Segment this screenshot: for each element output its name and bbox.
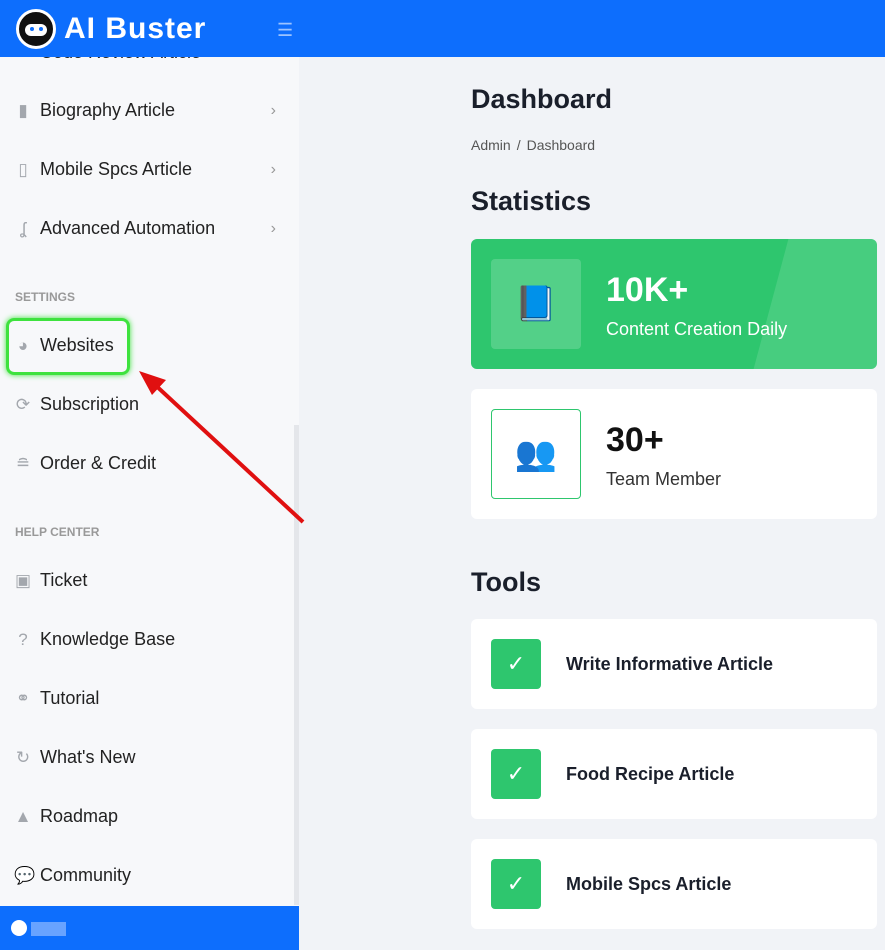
logo[interactable]: AI Buster [16, 9, 206, 49]
hamburger-icon[interactable]: ☰ [277, 20, 293, 41]
top-header: AI Buster ☰ [0, 0, 885, 57]
red-arrow-annotation [139, 371, 305, 524]
robot-logo-icon [16, 9, 56, 49]
